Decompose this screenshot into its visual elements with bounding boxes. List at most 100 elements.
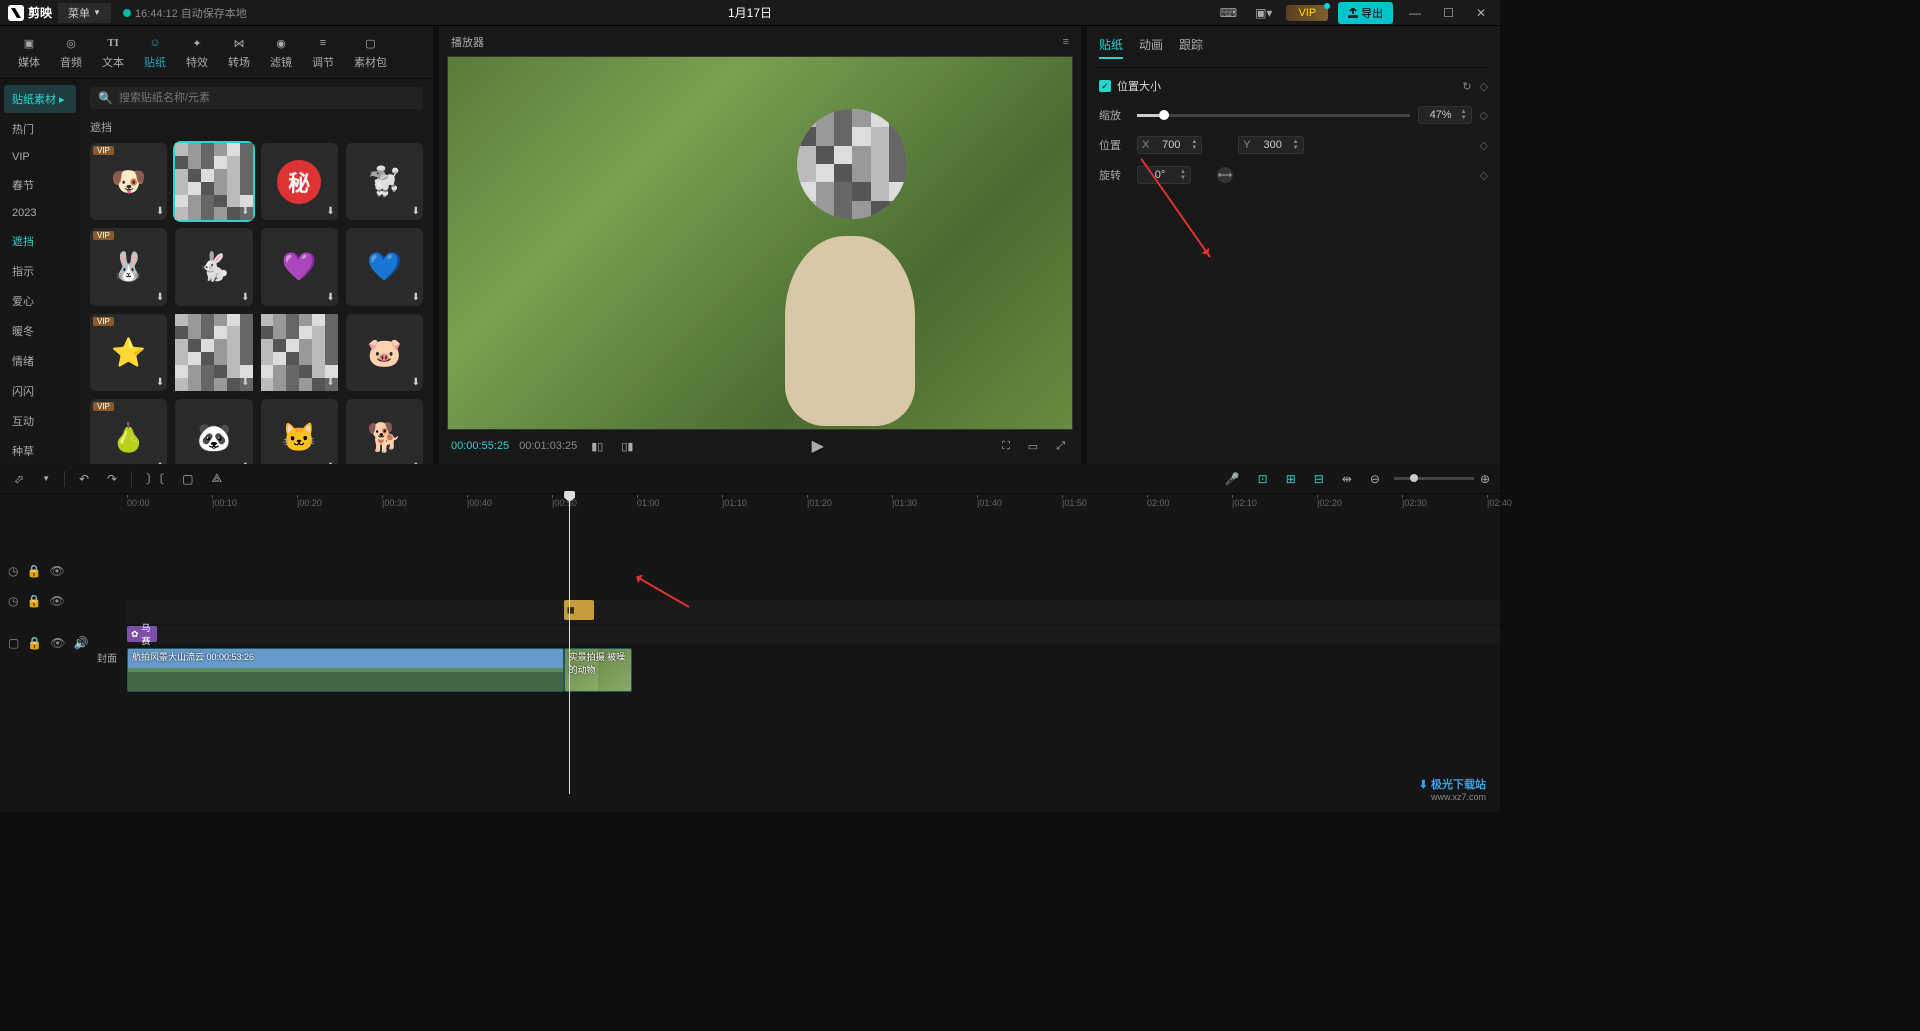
position-y-input[interactable] xyxy=(1255,139,1291,151)
sticker-item[interactable]: 秘⬇ xyxy=(261,143,338,220)
vip-button[interactable]: VIP xyxy=(1286,5,1328,21)
tab-sticker[interactable]: ☺贴纸 xyxy=(134,30,176,74)
timeline-zoom[interactable]: ⊕ xyxy=(1394,472,1490,486)
player-menu-icon[interactable]: ≡ xyxy=(1063,36,1069,48)
sticker-category[interactable]: 遮挡 xyxy=(4,227,76,255)
section-keyframe-icon[interactable]: ◇ xyxy=(1480,80,1488,93)
sticker-item[interactable]: 🐷⬇ xyxy=(346,314,423,391)
sticker-category[interactable]: 贴纸素材 ▸ xyxy=(4,85,76,113)
layout-icon[interactable]: ▣▾ xyxy=(1251,4,1276,22)
sticker-item[interactable]: 🐇⬇ xyxy=(175,228,252,305)
compare-b-icon[interactable]: ▯▮ xyxy=(617,440,637,453)
sticker-item[interactable]: 🍐VIP⬇ xyxy=(90,399,167,464)
rotate-field[interactable]: ▲▼ xyxy=(1137,166,1191,184)
main-menu-button[interactable]: 菜单▼ xyxy=(58,3,111,23)
sticker-category[interactable]: 种草 xyxy=(4,437,76,464)
track-eye-icon-2[interactable]: 👁 xyxy=(49,594,64,608)
sticker-item[interactable]: 💙⬇ xyxy=(346,228,423,305)
select-mode-dropdown[interactable]: ▼ xyxy=(38,472,54,485)
track-eye-icon-3[interactable]: 👁 xyxy=(50,636,65,650)
sticker-item[interactable]: 🐼⬇ xyxy=(175,399,252,464)
track-clock-icon-2[interactable]: ◷ xyxy=(8,594,18,608)
video-track[interactable]: 封面 航拍风景大山流云 00:00:53:26 实景拍摄 被噪的动物 xyxy=(127,648,1500,696)
export-button[interactable]: 导出 xyxy=(1338,2,1393,24)
track-speaker-icon[interactable]: 🔊 xyxy=(74,636,89,650)
section-checkbox[interactable]: ✓ xyxy=(1099,80,1111,92)
position-x-field[interactable]: X ▲▼ xyxy=(1137,136,1202,154)
sticker-category[interactable]: 热门 xyxy=(4,115,76,143)
sticker-category[interactable]: 春节 xyxy=(4,171,76,199)
tab-effect[interactable]: ✦特效 xyxy=(176,30,218,74)
sticker-track[interactable]: ◼ xyxy=(127,600,1500,624)
fullscreen-icon[interactable]: ⤢ xyxy=(1052,440,1069,453)
sticker-category[interactable]: 爱心 xyxy=(4,287,76,315)
props-tab-animation[interactable]: 动画 xyxy=(1139,36,1163,59)
align-icon[interactable]: ⇹ xyxy=(1338,470,1356,488)
sticker-item[interactable]: ⬇ xyxy=(261,314,338,391)
delete-tool[interactable]: ▢ xyxy=(178,470,197,488)
sticker-category[interactable]: 指示 xyxy=(4,257,76,285)
select-tool[interactable]: ⬀ xyxy=(10,470,28,488)
scale-value-field[interactable]: ▲▼ xyxy=(1418,106,1472,124)
sticker-item[interactable]: 🐰VIP⬇ xyxy=(90,228,167,305)
sticker-item[interactable]: 💜⬇ xyxy=(261,228,338,305)
scale-slider[interactable] xyxy=(1137,114,1410,117)
tab-audio[interactable]: ◎音频 xyxy=(50,30,92,74)
sticker-category[interactable]: 2023 xyxy=(4,201,76,225)
tab-filter[interactable]: ◉滤镜 xyxy=(260,30,302,74)
player-viewport[interactable] xyxy=(447,56,1073,430)
sticker-category[interactable]: 暖冬 xyxy=(4,317,76,345)
playhead[interactable] xyxy=(569,494,570,794)
undo-button[interactable]: ↶ xyxy=(75,470,93,488)
sticker-item[interactable]: 🐕⬇ xyxy=(346,399,423,464)
close-button[interactable]: ✕ xyxy=(1470,6,1492,20)
reset-icon[interactable]: ↻ xyxy=(1462,80,1471,93)
track-eye-icon[interactable]: 👁 xyxy=(49,564,64,578)
track-lock-icon-2[interactable]: 🔒 xyxy=(26,594,41,608)
pixelated-sticker-overlay[interactable] xyxy=(797,109,907,219)
scan-icon[interactable]: ⛶ xyxy=(998,440,1014,453)
tab-transition[interactable]: ⋈转场 xyxy=(218,30,260,74)
track-clock-icon[interactable]: ◷ xyxy=(8,564,18,578)
rotate-keyframe-icon[interactable]: ◇ xyxy=(1480,169,1488,182)
tab-pack[interactable]: ▢素材包 xyxy=(344,30,397,74)
zoom-out-icon[interactable]: ⊖ xyxy=(1366,470,1384,488)
track-lock-icon[interactable]: 🔒 xyxy=(26,564,41,578)
minimize-button[interactable]: — xyxy=(1403,6,1427,20)
props-tab-sticker[interactable]: 贴纸 xyxy=(1099,36,1123,59)
crop-tool[interactable]: ⟁ xyxy=(207,469,226,488)
sticker-item[interactable]: ⭐VIP⬇ xyxy=(90,314,167,391)
sticker-category[interactable]: 闪闪 xyxy=(4,377,76,405)
text-track[interactable]: ✿马赛 xyxy=(127,626,1500,644)
play-button[interactable]: ▶ xyxy=(808,436,828,456)
video-clip-1[interactable]: 航拍风景大山流云 00:00:53:26 xyxy=(127,648,564,692)
cover-label[interactable]: 封面 xyxy=(97,650,117,665)
tab-media[interactable]: ▣媒体 xyxy=(8,30,50,74)
sticker-category[interactable]: VIP xyxy=(4,145,76,169)
sticker-item[interactable]: 🐩⬇ xyxy=(346,143,423,220)
timeline-ruler[interactable]: 00:00|00:10|00:20|00:30|00:40|00:5001:00… xyxy=(127,494,1500,514)
sticker-category[interactable]: 互动 xyxy=(4,407,76,435)
position-x-input[interactable] xyxy=(1153,139,1189,151)
scale-keyframe-icon[interactable]: ◇ xyxy=(1480,109,1488,122)
sticker-search[interactable]: 🔍 xyxy=(90,87,423,109)
track-clip-icon[interactable]: ▢ xyxy=(8,636,19,650)
mic-icon[interactable]: 🎤 xyxy=(1221,470,1244,488)
rotate-input[interactable] xyxy=(1142,169,1178,181)
toggle-preview-icon[interactable]: ⊡ xyxy=(1254,470,1272,488)
maximize-button[interactable]: ☐ xyxy=(1437,6,1460,20)
flip-horizontal-icon[interactable]: ⟷ xyxy=(1217,167,1233,183)
tab-adjust[interactable]: ≡调节 xyxy=(302,30,344,74)
sticker-item[interactable]: ⬇ xyxy=(175,314,252,391)
video-clip-2[interactable]: 实景拍摄 被噪的动物 xyxy=(564,648,633,692)
ratio-icon[interactable]: ▭ xyxy=(1024,440,1042,453)
position-y-field[interactable]: Y ▲▼ xyxy=(1238,136,1303,154)
sticker-item[interactable]: 🐶VIP⬇ xyxy=(90,143,167,220)
redo-button[interactable]: ↷ xyxy=(103,470,121,488)
timeline-tracks[interactable]: ◼ ✿马赛 封面 航拍风景大山流云 00:00:53:26 实景拍摄 被噪的动物 xyxy=(127,514,1500,794)
keyboard-icon[interactable]: ⌨ xyxy=(1216,4,1241,22)
zoom-in-icon[interactable]: ⊕ xyxy=(1480,472,1490,486)
tab-text[interactable]: TI文本 xyxy=(92,30,134,74)
sticker-item[interactable]: 🐱⬇ xyxy=(261,399,338,464)
track-lock-icon-3[interactable]: 🔒 xyxy=(27,636,42,650)
